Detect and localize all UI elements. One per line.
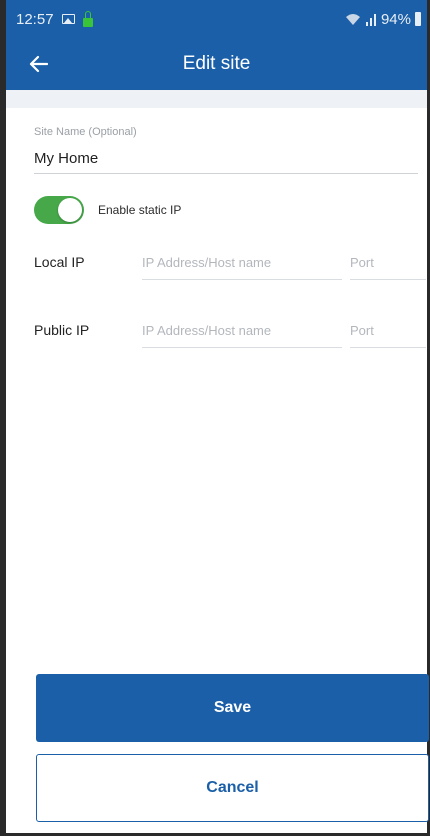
battery-percent: 94%: [380, 10, 411, 28]
signal-icon: [365, 13, 376, 26]
image-icon: [61, 14, 75, 24]
public-ip-address-input[interactable]: [142, 314, 342, 348]
app-toolbar: Edit site: [6, 38, 427, 90]
back-arrow-icon: [29, 55, 48, 73]
static-ip-label: Enable static IP: [98, 203, 182, 217]
status-time: 12:57: [16, 10, 54, 28]
local-ip-row: Local IP: [34, 246, 428, 280]
public-ip-label: Public IP: [34, 322, 90, 338]
public-ip-row: Public IP: [34, 314, 428, 348]
status-left: 12:57: [16, 10, 93, 28]
site-name-input[interactable]: [34, 144, 418, 174]
toggle-knob: [58, 198, 82, 222]
local-ip-port-input[interactable]: [350, 246, 426, 280]
static-ip-toggle[interactable]: [34, 196, 84, 224]
lock-icon: [82, 10, 93, 27]
battery-icon: [415, 12, 421, 26]
edit-site-form: Site Name (Optional) Enable static IP Lo…: [6, 108, 429, 833]
back-button[interactable]: [24, 50, 52, 78]
subheader-divider: [6, 90, 427, 108]
status-bar: 12:57 94%: [6, 0, 427, 38]
cancel-button[interactable]: Cancel: [36, 754, 429, 822]
local-ip-label: Local IP: [34, 254, 85, 270]
page-title: Edit site: [182, 53, 251, 74]
wifi-icon: [345, 13, 360, 25]
static-ip-toggle-row: Enable static IP: [34, 196, 181, 224]
save-button[interactable]: Save: [36, 674, 429, 742]
site-name-label: Site Name (Optional): [34, 126, 137, 138]
app-screen: 12:57 94% Edit site Site Name (Optional)…: [0, 0, 430, 836]
public-ip-port-input[interactable]: [350, 314, 426, 348]
status-right: 94%: [345, 11, 421, 28]
local-ip-address-input[interactable]: [142, 246, 342, 280]
